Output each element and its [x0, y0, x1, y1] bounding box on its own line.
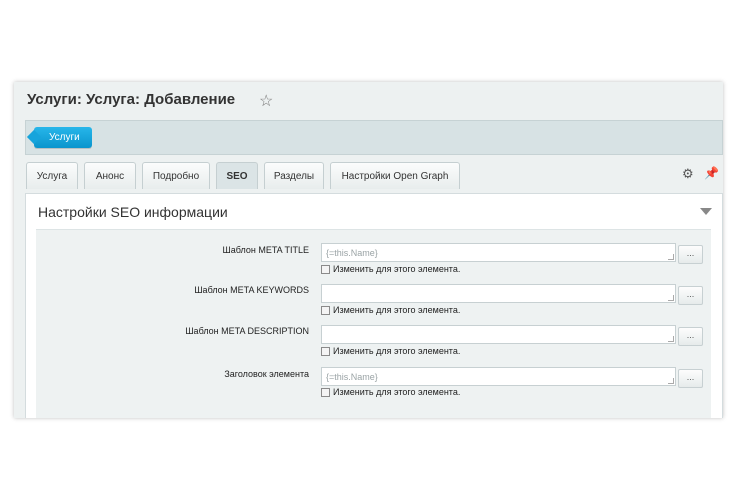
- collapse-arrow-icon[interactable]: [700, 208, 712, 215]
- checkbox-label: Изменить для этого элемента.: [333, 305, 461, 315]
- field-label: Заголовок элемента: [224, 369, 309, 379]
- element-heading-more-button[interactable]: ...: [678, 369, 703, 388]
- meta-keywords-checkbox[interactable]: [321, 306, 330, 315]
- meta-title-more-button[interactable]: ...: [678, 245, 703, 264]
- tab-details[interactable]: Подробно: [142, 162, 210, 189]
- field-label: Шаблон META KEYWORDS: [194, 285, 309, 295]
- back-to-services-button[interactable]: Услуги: [34, 127, 92, 148]
- tab-sections[interactable]: Разделы: [264, 162, 324, 189]
- tab-open-graph[interactable]: Настройки Open Graph: [330, 162, 460, 189]
- meta-title-field[interactable]: {=this.Name}: [321, 243, 676, 262]
- seo-form: Шаблон META TITLE {=this.Name} ... Измен…: [36, 229, 711, 418]
- checkbox-label: Изменить для этого элемента.: [333, 264, 461, 274]
- element-heading-checkbox[interactable]: [321, 388, 330, 397]
- admin-window: Услуги: Услуга: Добавление ☆ Услуги Услу…: [14, 82, 723, 418]
- pin-icon[interactable]: 📌: [704, 166, 719, 180]
- star-icon[interactable]: ☆: [259, 91, 273, 111]
- tab-seo[interactable]: SEO: [216, 162, 258, 189]
- meta-title-checkbox[interactable]: [321, 265, 330, 274]
- checkbox-label: Изменить для этого элемента.: [333, 387, 461, 397]
- tab-announce[interactable]: Анонс: [84, 162, 136, 189]
- meta-keywords-more-button[interactable]: ...: [678, 286, 703, 305]
- page-title: Услуги: Услуга: Добавление: [27, 91, 236, 108]
- gear-icon[interactable]: ⚙: [682, 166, 694, 182]
- nav-panel: Услуги: [25, 120, 723, 155]
- checkbox-label: Изменить для этого элемента.: [333, 346, 461, 356]
- field-label: Шаблон META DESCRIPTION: [185, 326, 309, 336]
- element-heading-field[interactable]: {=this.Name}: [321, 367, 676, 386]
- meta-keywords-field[interactable]: [321, 284, 676, 303]
- panel-title: Настройки SEO информации: [38, 204, 228, 220]
- meta-description-more-button[interactable]: ...: [678, 327, 703, 346]
- meta-description-field[interactable]: [321, 325, 676, 344]
- meta-description-checkbox[interactable]: [321, 347, 330, 356]
- seo-panel: Настройки SEO информации Шаблон META TIT…: [25, 193, 723, 418]
- tab-service[interactable]: Услуга: [26, 162, 78, 189]
- field-label: Шаблон META TITLE: [222, 245, 309, 255]
